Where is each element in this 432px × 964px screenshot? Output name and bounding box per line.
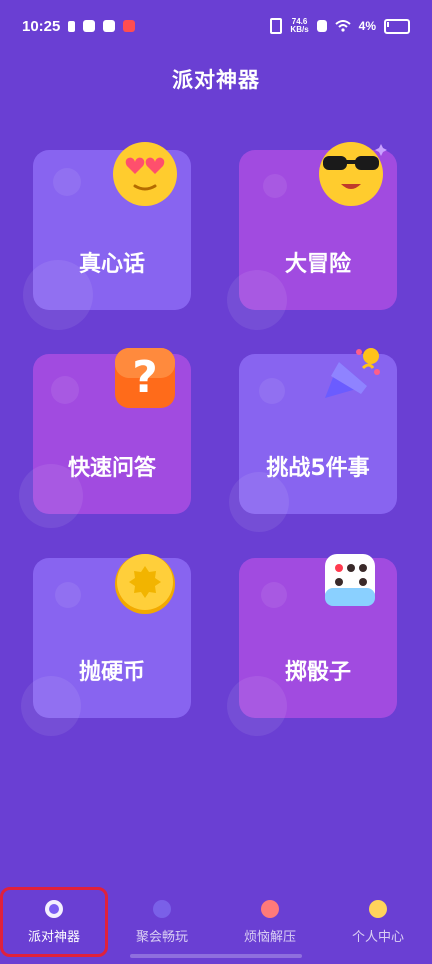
status-left: 10:25 xyxy=(22,17,136,35)
net-speed: 74.6 KB/s xyxy=(290,18,308,34)
nav-relief[interactable]: 烦恼解压 xyxy=(216,887,324,957)
card-coin-flip[interactable]: 抛硬币 xyxy=(21,554,191,736)
card-label: 快速问答 xyxy=(67,456,156,481)
sim-status-icon xyxy=(316,20,327,32)
card-label: 掷骰子 xyxy=(284,660,351,685)
card-decoration xyxy=(53,168,81,196)
sunglasses-emoji-icon xyxy=(319,142,387,206)
dice-icon xyxy=(325,554,375,606)
card-dare[interactable]: 大冒险 xyxy=(227,142,397,330)
card-label: 真心话 xyxy=(78,252,145,277)
card-decoration xyxy=(263,174,287,198)
party-icon-inner xyxy=(49,903,59,914)
card-label: 抛硬币 xyxy=(78,660,145,685)
card-decoration xyxy=(227,270,287,330)
face-icon xyxy=(153,899,171,918)
coin-icon xyxy=(115,554,175,614)
nav-label: 个人中心 xyxy=(351,929,404,945)
profile-icon xyxy=(369,899,387,918)
card-dice[interactable]: 掷骰子 xyxy=(227,554,397,736)
battery-text: 4% xyxy=(358,19,376,33)
svg-text:?: ? xyxy=(132,352,158,403)
card-label: 挑战5件事 xyxy=(266,456,370,481)
mail-icon xyxy=(83,20,96,32)
nav-profile[interactable]: 个人中心 xyxy=(324,887,432,957)
status-right: 74.6 KB/s 4% xyxy=(270,18,410,34)
card-decoration xyxy=(55,582,81,608)
card-challenge-five[interactable]: 挑战5件事 xyxy=(229,348,397,532)
card-truth[interactable]: 真心话 xyxy=(23,142,191,330)
nav-label: 派对神器 xyxy=(27,929,80,945)
card-label: 大冒险 xyxy=(284,252,351,277)
nav-gathering[interactable]: 聚会畅玩 xyxy=(108,887,216,957)
card-decoration xyxy=(261,582,287,608)
heart-eyes-emoji-icon xyxy=(113,142,177,206)
party-popper-icon xyxy=(325,348,380,398)
nav-label: 烦恼解压 xyxy=(243,929,296,945)
page-title: 派对神器 xyxy=(172,68,260,92)
app-notification-icon xyxy=(123,20,136,32)
status-bar: 10:25 74.6 KB/s 4% xyxy=(0,0,432,52)
relief-icon xyxy=(261,899,279,918)
card-quick-quiz[interactable]: ? 快速问答 xyxy=(19,348,191,528)
card-decoration xyxy=(51,376,79,404)
sim-icon xyxy=(68,20,76,32)
nav-label: 聚会畅玩 xyxy=(135,929,188,945)
battery-icon xyxy=(384,18,410,34)
party-icon xyxy=(45,899,63,918)
nav-party-tools[interactable]: 派对神器 xyxy=(0,887,108,957)
wifi-icon xyxy=(335,20,351,32)
tiktok-icon xyxy=(103,20,116,32)
status-time: 10:25 xyxy=(22,17,61,35)
home-indicator[interactable] xyxy=(130,954,302,958)
card-decoration xyxy=(259,378,285,404)
feature-grid: 真心话 大冒险 ? 快速问答 挑战5件事 抛硬币 掷骰子 xyxy=(19,142,399,736)
vibrate-icon xyxy=(270,18,283,34)
net-speed-unit: KB/s xyxy=(290,25,309,34)
question-mark-icon: ? xyxy=(115,348,175,408)
bottom-nav: 派对神器 聚会畅玩 烦恼解压 个人中心 xyxy=(0,880,432,964)
